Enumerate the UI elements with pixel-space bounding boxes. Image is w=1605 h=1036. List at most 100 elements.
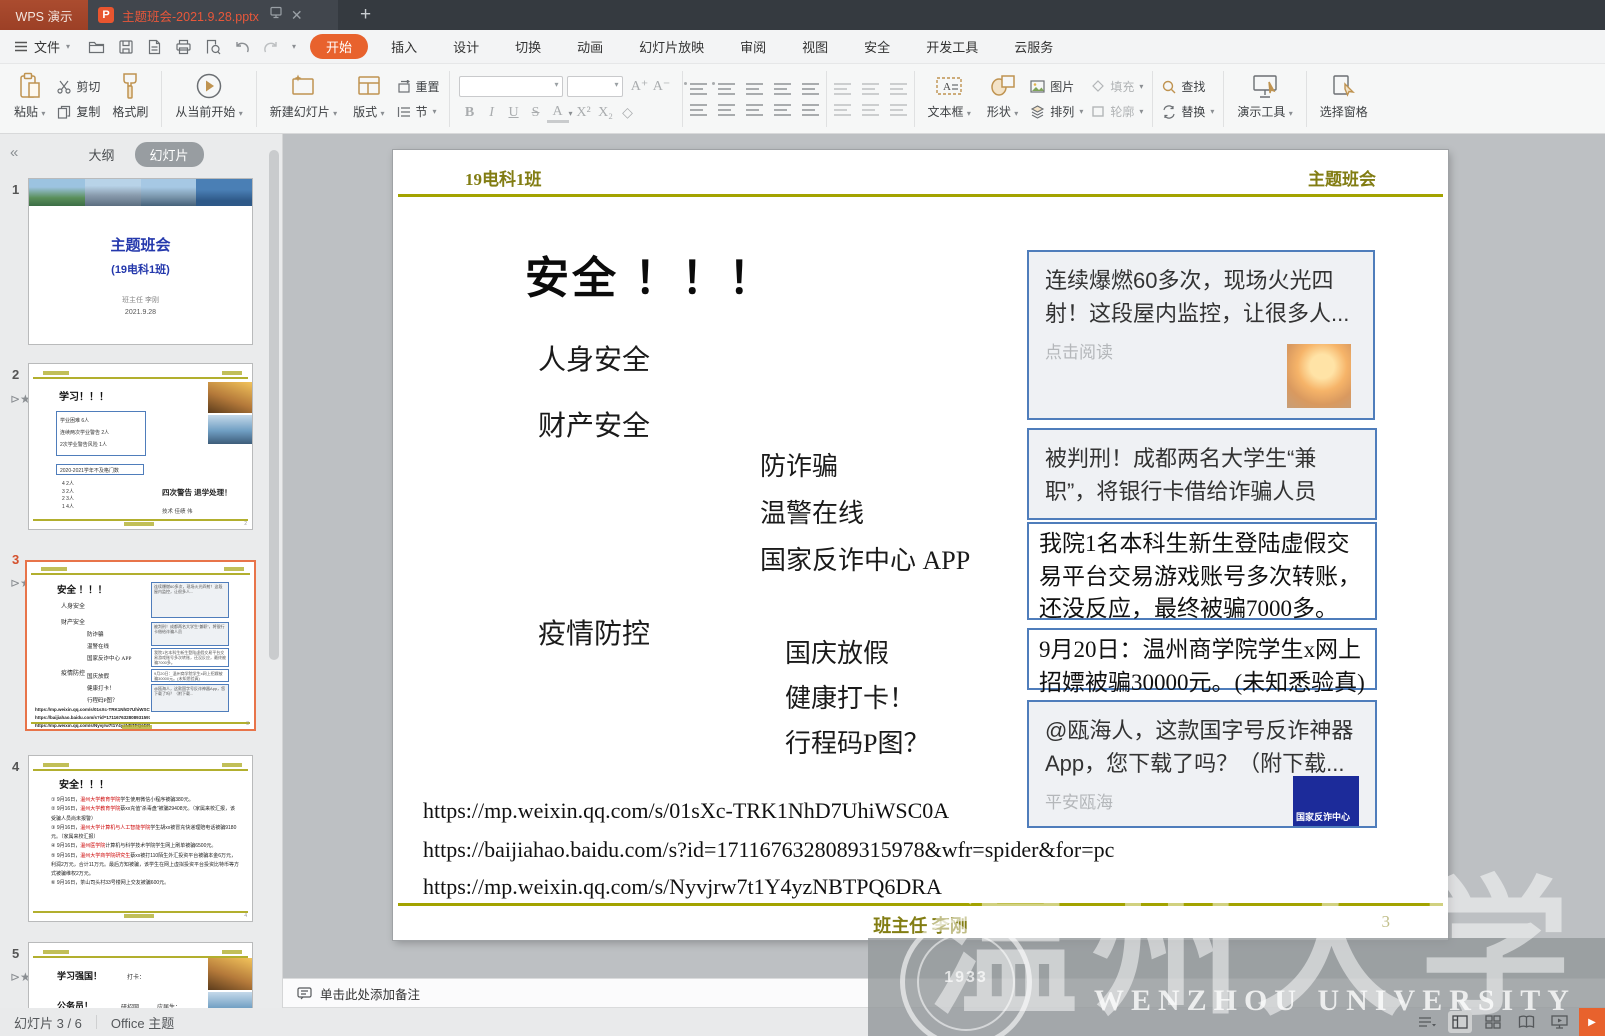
- underline-button[interactable]: U: [503, 105, 525, 121]
- subtopic-travel-code[interactable]: 行程码P图？: [785, 723, 929, 760]
- font-size-select[interactable]: [567, 76, 623, 97]
- subscript-button[interactable]: X₂: [595, 105, 617, 121]
- fill-button[interactable]: 填充▾: [1091, 78, 1143, 95]
- notes-toggle-icon[interactable]: [1415, 1011, 1439, 1033]
- increase-indent-icon[interactable]: [774, 83, 791, 95]
- autofit-icon[interactable]: [862, 104, 879, 116]
- notes-bar[interactable]: 单击此处添加备注: [283, 978, 1605, 1008]
- tab-view[interactable]: 视图: [785, 34, 845, 59]
- font-color-button[interactable]: A: [547, 104, 569, 123]
- tab-animation[interactable]: 动画: [560, 34, 620, 59]
- increase-font-button[interactable]: A⁺: [629, 78, 651, 95]
- arrange-button[interactable]: 排列▾: [1030, 103, 1083, 120]
- subtopic-national-holiday[interactable]: 国庆放假: [785, 633, 889, 670]
- toolbar-more-icon[interactable]: ▾: [292, 42, 296, 51]
- slideshow-view-icon[interactable]: [1547, 1011, 1571, 1033]
- line-spacing-icon[interactable]: [834, 83, 851, 95]
- new-tab-button[interactable]: +: [360, 0, 371, 30]
- news-card-sentenced[interactable]: 被判刑！成都两名大学生“兼职”，将银行卡借给诈骗人员: [1027, 428, 1377, 520]
- print-icon[interactable]: [175, 39, 192, 55]
- align-left-icon[interactable]: [690, 104, 707, 116]
- copy-button[interactable]: 复制: [57, 103, 100, 120]
- align-center-icon[interactable]: [718, 104, 735, 116]
- cut-button[interactable]: 剪切: [57, 78, 100, 95]
- paragraph-more-icon[interactable]: [890, 83, 907, 95]
- columns-icon[interactable]: [862, 83, 879, 95]
- slide-1-thumbnail[interactable]: 主题班会 (19电科1班) 班主任 李刚 2021.9.28: [28, 178, 253, 345]
- layout-button[interactable]: 版式 ▾: [345, 67, 392, 131]
- tab-outline[interactable]: 大纲: [78, 142, 124, 167]
- app-home-tab[interactable]: WPS 演示: [0, 0, 88, 30]
- play-from-current-button[interactable]: 从当前开始 ▾: [167, 67, 250, 131]
- tab-cloud[interactable]: 云服务: [997, 34, 1070, 59]
- topic-pandemic-control[interactable]: 疫情防控: [538, 612, 650, 652]
- font-family-select[interactable]: [459, 76, 563, 97]
- link-2[interactable]: https://baijiahao.baidu.com/s?id=1711676…: [423, 837, 1114, 863]
- redo-icon[interactable]: [263, 40, 279, 54]
- document-tab[interactable]: P 主题班会-2021.9.28.pptx ✕: [88, 0, 338, 30]
- paragraph-settings-icon[interactable]: [890, 104, 907, 116]
- save-icon[interactable]: [118, 39, 134, 55]
- slide-3-thumbnail-selected[interactable]: 安全 ！！！ 人身安全 财产安全 防诈骗 温警在线 国家反诈中心 APP 疫情防…: [25, 560, 256, 731]
- vertical-align-icon[interactable]: [834, 104, 851, 116]
- print-preview-icon[interactable]: [205, 39, 221, 55]
- textbox-button[interactable]: A 文本框 ▾: [920, 67, 979, 131]
- align-right-icon[interactable]: [746, 104, 763, 116]
- outline-button[interactable]: 轮廓▾: [1091, 103, 1143, 120]
- open-folder-icon[interactable]: [88, 39, 105, 55]
- tab-slideshow[interactable]: 幻灯片放映: [622, 34, 721, 59]
- italic-button[interactable]: I: [481, 105, 503, 121]
- theme-name[interactable]: Office 主题: [97, 1013, 188, 1032]
- tab-devtools[interactable]: 开发工具: [909, 34, 995, 59]
- tab-insert[interactable]: 插入: [374, 34, 434, 59]
- tab-home[interactable]: 开始: [310, 34, 368, 59]
- undo-icon[interactable]: [234, 40, 250, 54]
- close-tab-icon[interactable]: ✕: [291, 7, 303, 24]
- topic-personal-safety[interactable]: 人身安全: [538, 338, 650, 378]
- file-menu-button[interactable]: 文件 ▾: [0, 37, 80, 56]
- current-slide[interactable]: 19电科1班 主题班会 安全 ！！！ 人身安全 财产安全 防诈骗 温警在线 国家…: [393, 150, 1448, 940]
- paste-button[interactable]: 粘贴 ▾: [6, 67, 53, 131]
- reading-view-icon[interactable]: [1514, 1011, 1538, 1033]
- bullets-icon[interactable]: [690, 83, 707, 95]
- export-pdf-icon[interactable]: [147, 39, 162, 55]
- tab-review[interactable]: 审阅: [723, 34, 783, 59]
- strikethrough-button[interactable]: S: [525, 105, 547, 121]
- decrease-font-button[interactable]: A⁻: [651, 78, 673, 95]
- subtopic-health-checkin[interactable]: 健康打卡！: [785, 678, 915, 715]
- text-direction-icon[interactable]: [802, 83, 819, 95]
- superscript-button[interactable]: X²: [573, 105, 595, 121]
- picture-button[interactable]: 图片: [1030, 78, 1083, 95]
- pin-tab-icon[interactable]: [269, 6, 283, 24]
- slide-title[interactable]: 安全 ！！！: [525, 242, 775, 306]
- normal-view-icon[interactable]: [1448, 1011, 1472, 1033]
- link-1[interactable]: https://mp.weixin.qq.com/s/01sXc-TRK1NhD…: [423, 798, 949, 824]
- distribute-icon[interactable]: [802, 104, 819, 116]
- play-slideshow-button[interactable]: ▶: [1579, 1008, 1605, 1036]
- tab-transition[interactable]: 切换: [498, 34, 558, 59]
- find-button[interactable]: 查找: [1162, 78, 1214, 95]
- presentation-tools-button[interactable]: 演示工具 ▾: [1229, 67, 1300, 131]
- numbering-icon[interactable]: [718, 83, 735, 95]
- slide-sorter-icon[interactable]: [1481, 1011, 1505, 1033]
- subtopic-wenjing-online[interactable]: 温警在线: [760, 493, 864, 530]
- shapes-button[interactable]: 形状 ▾: [979, 67, 1026, 131]
- tab-slides[interactable]: 幻灯片: [135, 142, 204, 167]
- justify-icon[interactable]: [774, 104, 791, 116]
- reset-button[interactable]: 重置: [397, 78, 440, 95]
- format-painter-button[interactable]: 格式刷: [104, 67, 156, 131]
- sidebar-scrollbar[interactable]: [269, 144, 279, 994]
- decrease-indent-icon[interactable]: [746, 83, 763, 95]
- scrollbar-thumb[interactable]: [269, 150, 279, 660]
- tab-security[interactable]: 安全: [847, 34, 907, 59]
- news-card-antifraud-app[interactable]: @瓯海人，这款国字号反诈神器App，您下载了吗？（附下载... 平安瓯海 国家反…: [1027, 700, 1377, 828]
- clear-format-button[interactable]: ◇: [617, 105, 639, 122]
- slide-4-thumbnail[interactable]: 安全！！！ ① 9月16日，温州大学教育学院学生使用微信小程序被骗380元。 ②…: [28, 755, 253, 922]
- tab-design[interactable]: 设计: [436, 34, 496, 59]
- topic-property-safety[interactable]: 财产安全: [538, 404, 650, 444]
- news-card-explosion[interactable]: 连续爆燃60多次，现场火光四射！这段屋内监控，让很多人... 点击阅读: [1027, 250, 1375, 420]
- slide-2-thumbnail[interactable]: 学习！！！ 学业困难 6人连续两次学业警告 2人2次学业警告风险 1人 2020…: [28, 363, 253, 530]
- subtopic-anti-fraud-app[interactable]: 国家反诈中心 APP: [760, 540, 970, 577]
- section-button[interactable]: 节▾: [397, 103, 440, 120]
- selection-pane-button[interactable]: 选择窗格: [1312, 67, 1376, 131]
